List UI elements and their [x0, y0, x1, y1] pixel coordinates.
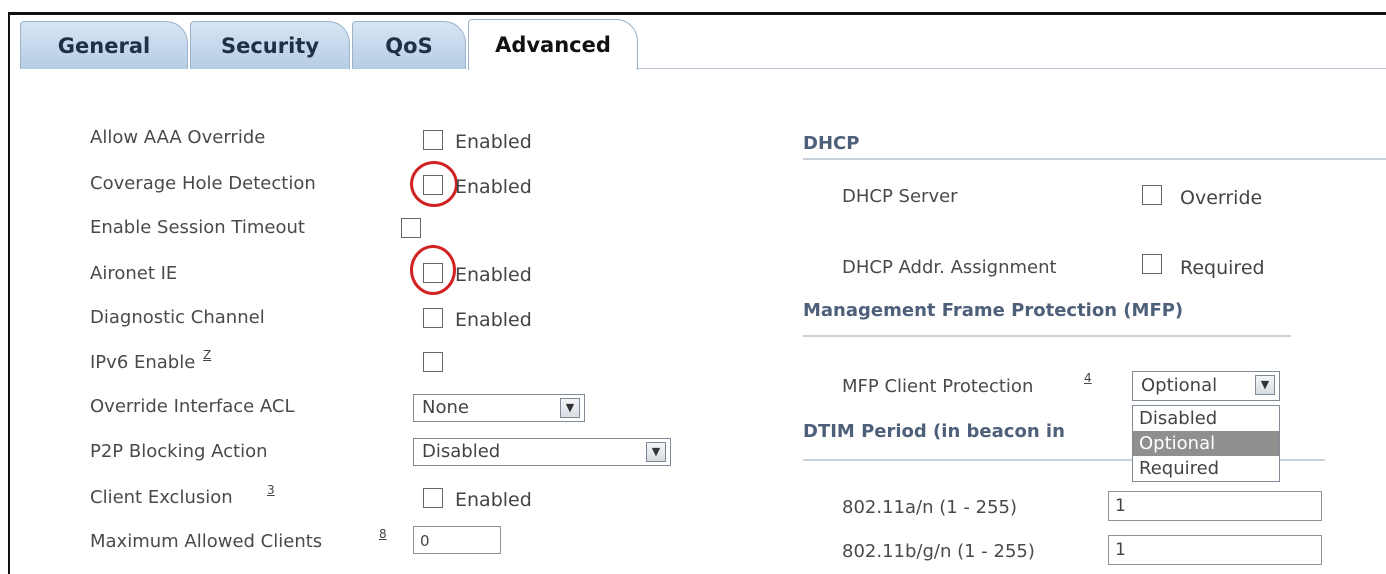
diagnostic-channel-checkbox[interactable]: [423, 308, 443, 328]
aaa-override-enabled-label: Enabled: [455, 131, 532, 153]
coverage-hole-enabled-label: Enabled: [455, 176, 532, 198]
override-acl-value: None: [422, 397, 469, 418]
client-exclusion-enabled-label: Enabled: [455, 489, 532, 511]
mfp-divider: [803, 335, 1291, 337]
dtim-b-g-n-label: 802.11b/g/n (1 - 255): [842, 541, 1035, 562]
coverage-hole-label: Coverage Hole Detection: [90, 173, 316, 194]
diagnostic-channel-label: Diagnostic Channel: [90, 307, 265, 328]
mfp-client-protection-value: Optional: [1141, 375, 1218, 396]
override-acl-select[interactable]: None ▼: [413, 394, 585, 422]
dhcp-server-checkbox[interactable]: [1142, 185, 1162, 205]
chevron-down-icon[interactable]: ▼: [646, 442, 666, 462]
mfp-section-header: Management Frame Protection (MFP): [803, 300, 1184, 321]
dtim-section-header: DTIM Period (in beacon in: [803, 421, 1065, 442]
highlight-circle: [410, 161, 458, 207]
mfp-client-protection-label: MFP Client Protection: [842, 376, 1034, 397]
ipv6-footnote-link[interactable]: Z: [203, 348, 211, 362]
aironet-ie-enabled-label: Enabled: [455, 264, 532, 286]
dtim-a-n-label: 802.11a/n (1 - 255): [842, 497, 1017, 518]
mfp-options-dropdown: Disabled Optional Required: [1132, 405, 1280, 482]
dhcp-divider: [803, 158, 1386, 160]
session-timeout-checkbox[interactable]: [401, 218, 421, 238]
diagnostic-channel-enabled-label: Enabled: [455, 309, 532, 331]
p2p-blocking-value: Disabled: [422, 441, 501, 462]
mfp-footnote-link[interactable]: 4: [1084, 371, 1092, 385]
client-exclusion-label: Client Exclusion: [90, 487, 233, 508]
max-clients-label: Maximum Allowed Clients: [90, 531, 323, 552]
highlight-circle: [410, 245, 456, 295]
tab-divider: [638, 68, 1386, 69]
tab-security[interactable]: Security: [190, 21, 350, 69]
tab-advanced[interactable]: Advanced: [468, 19, 638, 70]
mfp-client-protection-select[interactable]: Optional ▼: [1132, 371, 1280, 401]
mfp-option-disabled[interactable]: Disabled: [1133, 406, 1279, 431]
wlan-advanced-panel: General Security QoS Advanced Allow AAA …: [8, 12, 1386, 574]
max-clients-input[interactable]: 0: [413, 526, 501, 554]
aironet-ie-label: Aironet IE: [90, 263, 178, 284]
mfp-option-optional[interactable]: Optional: [1133, 431, 1279, 456]
dhcp-server-label: DHCP Server: [842, 186, 958, 207]
ipv6-enable-label: IPv6 Enable: [90, 352, 196, 373]
max-clients-footnote-link[interactable]: 8: [379, 527, 387, 541]
mfp-option-required[interactable]: Required: [1133, 456, 1279, 481]
dhcp-section-header: DHCP: [803, 133, 860, 154]
p2p-blocking-label: P2P Blocking Action: [90, 441, 268, 462]
client-exclusion-checkbox[interactable]: [423, 488, 443, 508]
chevron-down-icon[interactable]: ▼: [560, 398, 580, 418]
override-acl-label: Override Interface ACL: [90, 396, 295, 417]
dhcp-addr-checkbox[interactable]: [1142, 254, 1162, 274]
dtim-a-n-input[interactable]: 1: [1108, 491, 1322, 521]
tab-qos[interactable]: QoS: [352, 21, 466, 69]
p2p-blocking-select[interactable]: Disabled ▼: [413, 438, 671, 466]
ipv6-enable-checkbox[interactable]: [423, 352, 443, 372]
chevron-down-icon[interactable]: ▼: [1255, 375, 1275, 395]
dhcp-addr-label: DHCP Addr. Assignment: [842, 257, 1057, 278]
aaa-override-label: Allow AAA Override: [90, 127, 266, 148]
dtim-b-g-n-input[interactable]: 1: [1108, 535, 1322, 565]
dhcp-addr-required-label: Required: [1180, 257, 1265, 279]
dhcp-server-override-label: Override: [1180, 187, 1263, 209]
tab-bar: General Security QoS Advanced: [10, 15, 1386, 70]
session-timeout-label: Enable Session Timeout: [90, 217, 305, 238]
aaa-override-checkbox[interactable]: [423, 130, 443, 150]
tab-general[interactable]: General: [20, 21, 188, 69]
client-exclusion-footnote-link[interactable]: 3: [267, 483, 275, 497]
